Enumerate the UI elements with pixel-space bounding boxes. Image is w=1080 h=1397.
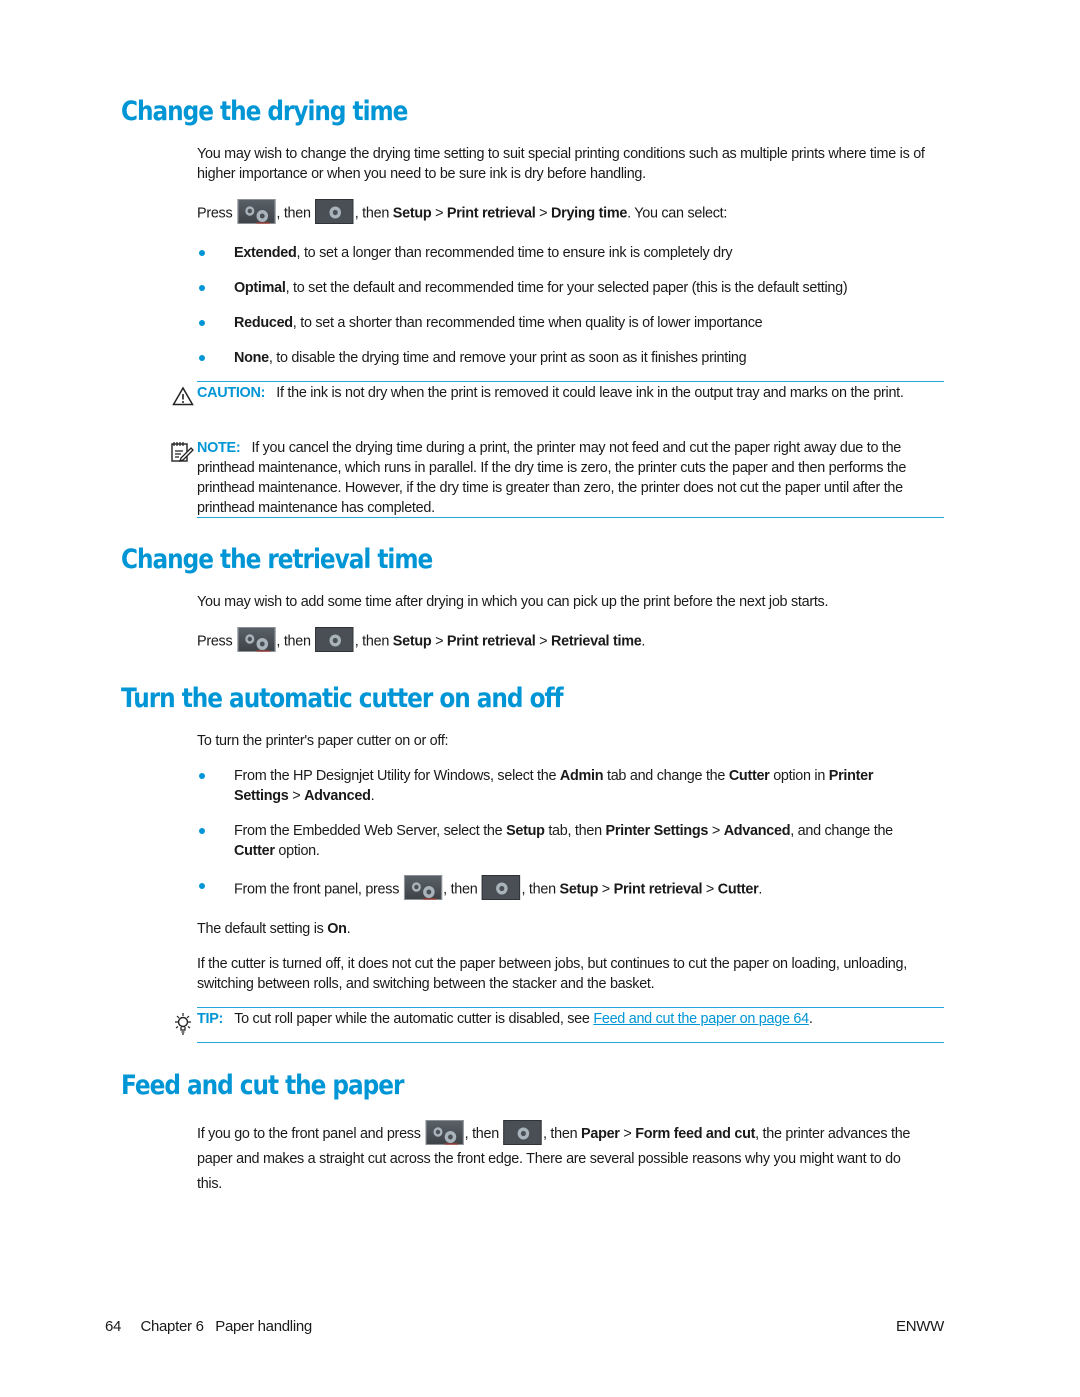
- bullet-icon: [199, 320, 205, 326]
- gear-icon: [315, 627, 354, 652]
- tip-label: TIP:: [197, 1010, 224, 1027]
- callout-divider: [197, 1042, 944, 1043]
- heading-feed-and-cut: Feed and cut the paper: [121, 1070, 404, 1101]
- manual-page: Change the drying time You may wish to c…: [105, 96, 944, 1335]
- cutter-intro: To turn the printer's paper cutter on or…: [197, 732, 449, 749]
- settings-tools-icon: [237, 627, 276, 652]
- note-callout: NOTE: If you cancel the drying time duri…: [197, 439, 907, 516]
- tip-callout: TIP: To cut roll paper while the automat…: [197, 1010, 813, 1027]
- callout-divider: [197, 381, 944, 382]
- heading-automatic-cutter: Turn the automatic cutter on and off: [121, 683, 564, 714]
- chapter-title: Paper handling: [215, 1318, 312, 1335]
- retrieval-intro: You may wish to add some time after dryi…: [197, 593, 829, 610]
- bullet-icon: [199, 773, 205, 779]
- gear-icon: [315, 199, 354, 224]
- callout-divider: [197, 517, 944, 518]
- settings-tools-icon: [237, 199, 276, 224]
- gear-icon: [482, 875, 521, 900]
- note-pencil-icon: [170, 440, 194, 469]
- note-label: NOTE:: [197, 439, 241, 456]
- retrieval-press-instruction: Press , then , then Setup > Print retrie…: [197, 627, 927, 652]
- bullet-icon: [199, 828, 205, 834]
- cutter-off-description: If the cutter is turned off, it does not…: [197, 955, 907, 992]
- page-number: 64: [105, 1318, 122, 1335]
- gear-icon: [503, 1119, 543, 1145]
- cutter-default-setting: The default setting is On.: [197, 920, 351, 937]
- heading-retrieval-time: Change the retrieval time: [121, 544, 433, 575]
- callout-divider: [197, 1007, 944, 1008]
- caution-label: CAUTION:: [197, 384, 266, 401]
- drying-intro: You may wish to change the drying time s…: [197, 145, 925, 182]
- bullet-icon: [199, 883, 205, 889]
- bullet-icon: [199, 250, 205, 256]
- page-footer-left: 64 Chapter 6 Paper handling: [105, 1318, 312, 1335]
- heading-drying-time: Change the drying time: [121, 96, 408, 127]
- drying-press-instruction: Press , then , then Setup > Print retrie…: [197, 199, 927, 224]
- bullet-icon: [199, 355, 205, 361]
- settings-tools-icon: [403, 875, 443, 900]
- lightbulb-icon: [172, 1011, 194, 1042]
- warning-triangle-icon: [172, 386, 194, 411]
- settings-tools-icon: [425, 1119, 464, 1145]
- chapter-label: Chapter 6: [140, 1318, 204, 1335]
- feed-and-cut-link[interactable]: Feed and cut the paper on page 64: [593, 1010, 809, 1027]
- locale-code: ENWW: [896, 1318, 944, 1335]
- caution-callout: CAUTION: If the ink is not dry when the …: [197, 384, 904, 401]
- feed-instruction: If you go to the front panel and press ,…: [197, 1119, 927, 1196]
- bullet-icon: [199, 285, 205, 291]
